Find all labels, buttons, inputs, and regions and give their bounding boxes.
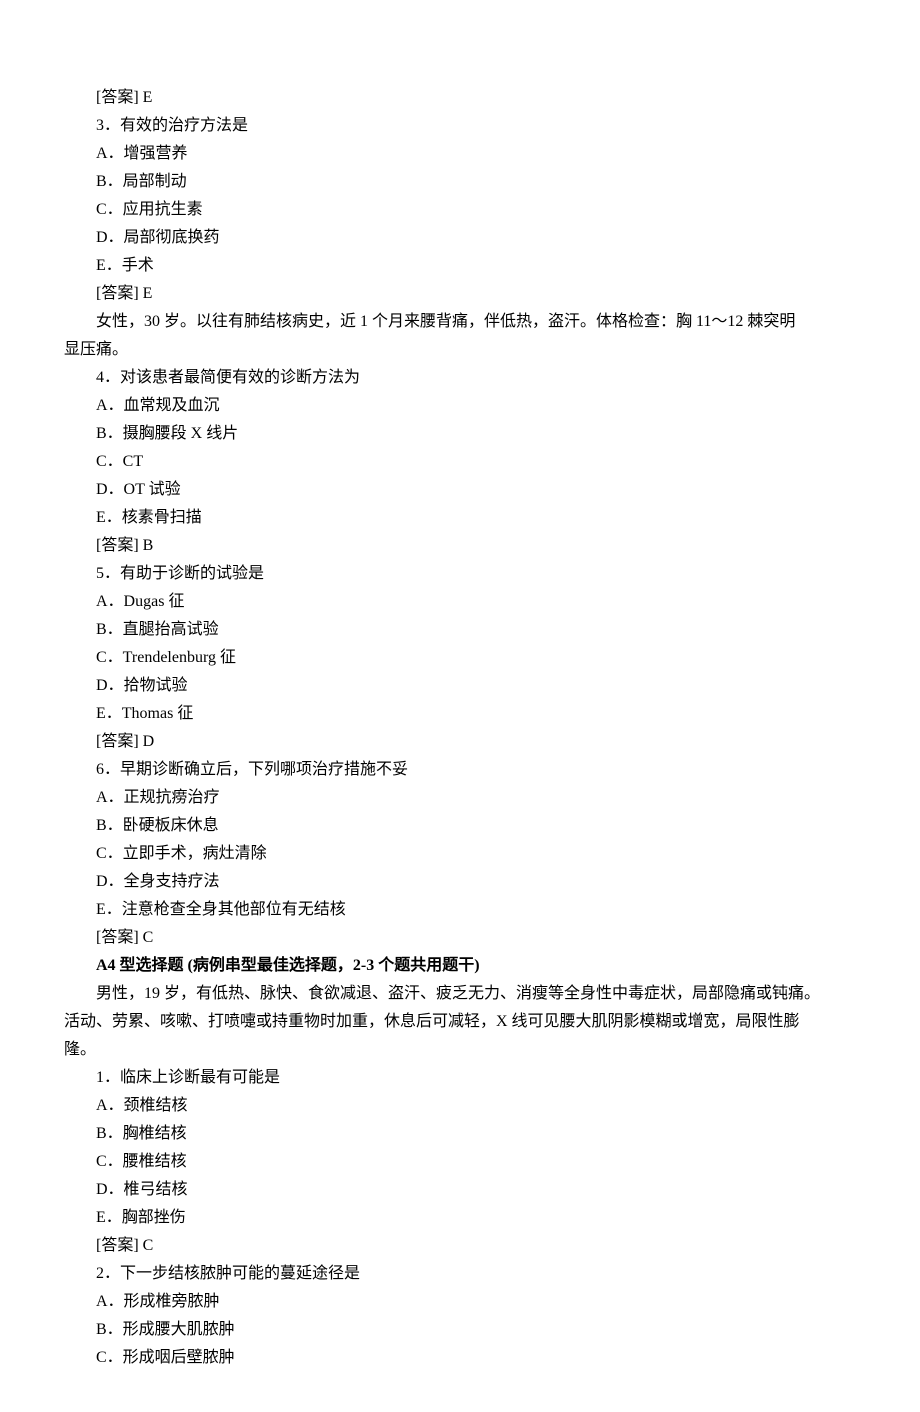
case-stem: 男性，19 岁，有低热、脉快、食欲减退、盗汗、疲乏无力、消瘦等全身性中毒症状，局… [64,980,856,1008]
case-stem-cont: 显压痛。 [64,336,856,364]
answer-line: [答案] C [64,924,856,952]
question-5: 5．有助于诊断的试验是 [64,560,856,588]
option-d: D．椎弓结核 [64,1176,856,1204]
answer-line: [答案] E [64,84,856,112]
question-3: 3．有效的治疗方法是 [64,112,856,140]
option-e: E．胸部挫伤 [64,1204,856,1232]
option-e: E．核素骨扫描 [64,504,856,532]
answer-line: [答案] E [64,280,856,308]
section-heading-a4: A4 型选择题 (病例串型最佳选择题，2-3 个题共用题干) [64,952,856,980]
option-b: B．卧硬板床休息 [64,812,856,840]
option-c: C．形成咽后壁脓肿 [64,1344,856,1372]
option-c: C．Trendelenburg 征 [64,644,856,672]
option-b: B．形成腰大肌脓肿 [64,1316,856,1344]
option-e: E．手术 [64,252,856,280]
option-a: A．颈椎结核 [64,1092,856,1120]
option-d: D．拾物试验 [64,672,856,700]
option-e: E．注意枪查全身其他部位有无结核 [64,896,856,924]
question-4: 4．对该患者最简便有效的诊断方法为 [64,364,856,392]
option-a: A．正规抗痨治疗 [64,784,856,812]
question-2: 2．下一步结核脓肿可能的蔓延途径是 [64,1260,856,1288]
option-a: A．血常规及血沉 [64,392,856,420]
option-b: B．摄胸腰段 X 线片 [64,420,856,448]
case-stem: 女性，30 岁。以往有肺结核病史，近 1 个月来腰背痛，伴低热，盗汗。体格检查：… [64,308,856,336]
option-d: D．全身支持疗法 [64,868,856,896]
option-c: C．应用抗生素 [64,196,856,224]
option-b: B．胸椎结核 [64,1120,856,1148]
case-stem-cont: 隆。 [64,1036,856,1064]
option-d: D．OT 试验 [64,476,856,504]
answer-line: [答案] C [64,1232,856,1260]
option-c: C．立即手术，病灶清除 [64,840,856,868]
option-b: B．局部制动 [64,168,856,196]
document-body: [答案] E 3．有效的治疗方法是 A．增强营养 B．局部制动 C．应用抗生素 … [64,84,856,1372]
option-a: A．形成椎旁脓肿 [64,1288,856,1316]
option-b: B．直腿抬高试验 [64,616,856,644]
answer-line: [答案] B [64,532,856,560]
option-a: A．Dugas 征 [64,588,856,616]
case-stem-cont: 活动、劳累、咳嗽、打喷嚏或持重物时加重，休息后可减轻，X 线可见腰大肌阴影模糊或… [64,1008,856,1036]
question-1: 1．临床上诊断最有可能是 [64,1064,856,1092]
option-c: C．CT [64,448,856,476]
option-e: E．Thomas 征 [64,700,856,728]
option-d: D．局部彻底换药 [64,224,856,252]
option-a: A．增强营养 [64,140,856,168]
answer-line: [答案] D [64,728,856,756]
option-c: C．腰椎结核 [64,1148,856,1176]
question-6: 6．早期诊断确立后，下列哪项治疗措施不妥 [64,756,856,784]
